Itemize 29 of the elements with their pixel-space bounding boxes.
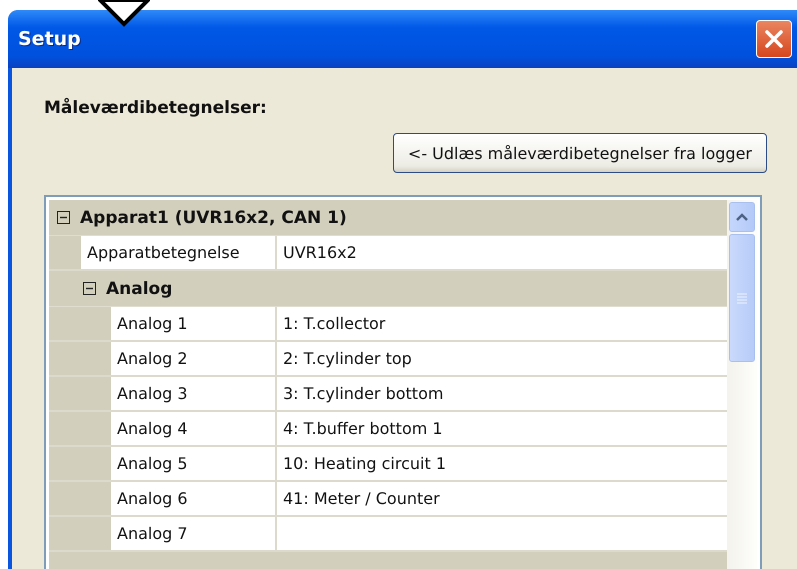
section-heading: Måleværdibetegnelser: — [44, 98, 268, 118]
property-value[interactable]: 41: Meter / Counter — [277, 482, 727, 515]
property-value[interactable]: 2: T.cylinder top — [277, 342, 727, 375]
scroll-up-button[interactable] — [729, 202, 755, 232]
property-name: Analog 5 — [111, 447, 277, 480]
property-name: Analog 7 — [111, 517, 277, 550]
property-name: Analog 4 — [111, 412, 277, 445]
read-from-logger-button[interactable]: <- Udlæs måleværdibetegnelser fra logger — [392, 133, 767, 173]
scrollbar[interactable] — [727, 200, 757, 569]
property-name: Analog 3 — [111, 377, 277, 410]
property-value[interactable]: 1: T.collector — [277, 307, 727, 340]
property-name: Analog 1 — [111, 307, 277, 340]
window-title: Setup — [18, 28, 81, 50]
property-name: Analog 2 — [111, 342, 277, 375]
close-icon — [763, 28, 785, 50]
collapse-icon[interactable] — [83, 282, 96, 295]
category-label: Apparat1 (UVR16x2, CAN 1) — [80, 208, 347, 228]
property-value[interactable]: 10: Heating circuit 1 — [277, 447, 727, 480]
collapse-icon[interactable] — [57, 211, 70, 224]
property-name: Apparatbetegnelse — [81, 236, 277, 269]
scroll-thumb[interactable] — [729, 234, 755, 362]
chevron-up-icon — [735, 212, 749, 222]
property-name: Analog 6 — [111, 482, 277, 515]
property-value[interactable]: UVR16x2 — [277, 236, 727, 269]
close-button[interactable] — [756, 20, 792, 58]
category-label: Analog — [106, 278, 172, 298]
property-value[interactable]: 4: T.buffer bottom 1 — [277, 412, 727, 445]
property-value[interactable]: 3: T.cylinder bottom — [277, 377, 727, 410]
grip-icon — [736, 292, 748, 304]
